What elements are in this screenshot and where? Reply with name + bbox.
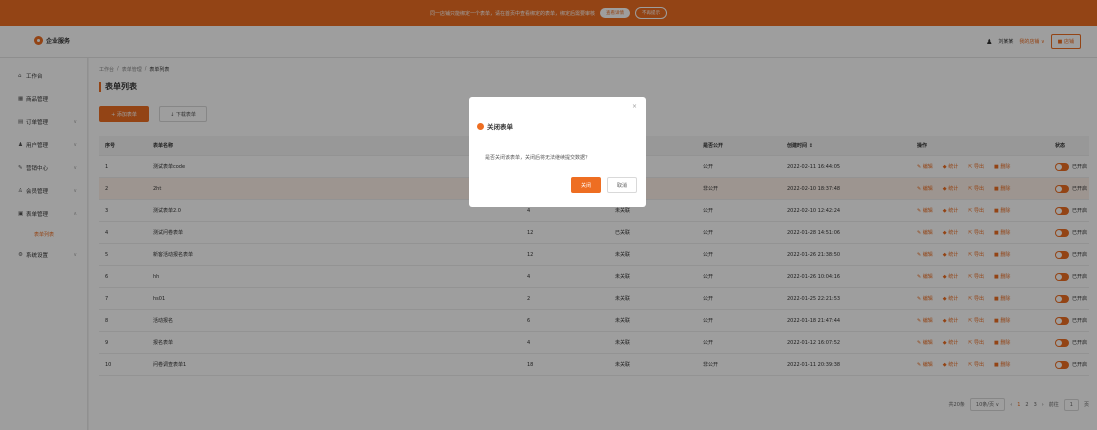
dialog-title-text: 关闭表单 (487, 123, 513, 131)
close-icon[interactable]: × (632, 103, 637, 110)
modal-overlay[interactable] (0, 0, 1097, 430)
cancel-button[interactable]: 取消 (607, 177, 637, 193)
warning-icon (477, 122, 484, 130)
close-form-dialog: × 关闭表单 是否关闭该表单，关闭后将无法继续提交数据？ 关闭 取消 (469, 97, 646, 207)
confirm-close-button[interactable]: 关闭 (571, 177, 601, 193)
dialog-message: 是否关闭该表单，关闭后将无法继续提交数据？ (485, 155, 591, 161)
dialog-title: 关闭表单 (477, 121, 513, 131)
